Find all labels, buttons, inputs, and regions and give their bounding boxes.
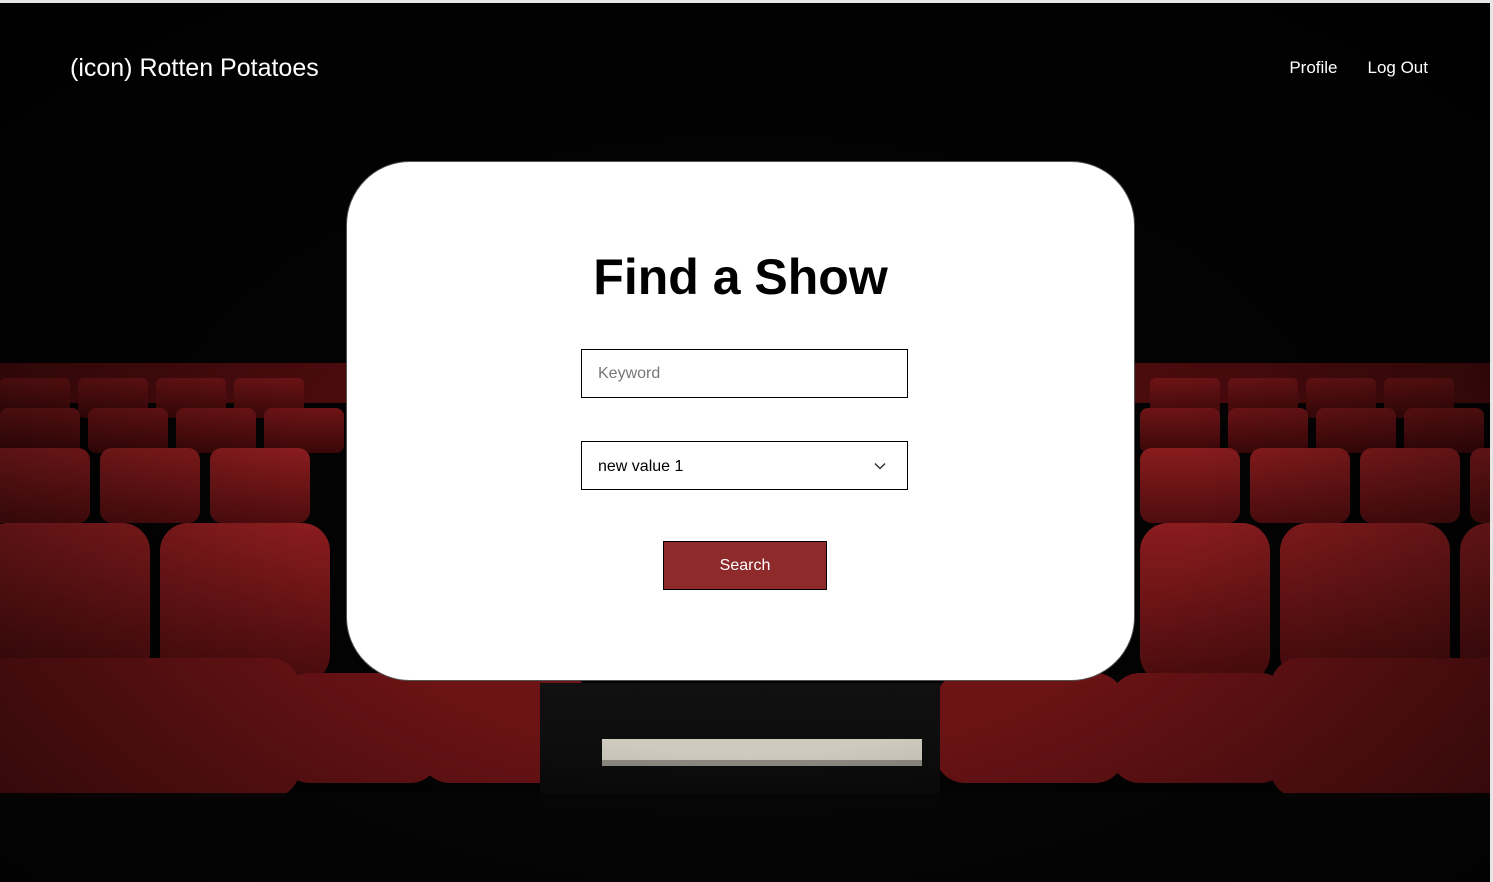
nav-logout-link[interactable]: Log Out [1368,57,1429,79]
keyword-input[interactable] [581,349,908,398]
top-navbar: (icon) Rotten Potatoes Profile Log Out [0,3,1490,123]
page: (icon) Rotten Potatoes Profile Log Out F… [0,0,1493,882]
chevron-down-icon [874,462,886,470]
search-card: Find a Show new value 1 Search [346,161,1135,681]
select-value: new value 1 [598,458,684,475]
nav-profile-link[interactable]: Profile [1289,57,1337,79]
page-title: Find a Show [593,249,888,305]
nav-links: Profile Log Out [1289,57,1428,79]
brand-logo[interactable]: (icon) Rotten Potatoes [70,53,319,83]
search-button[interactable]: Search [663,541,827,590]
category-select[interactable]: new value 1 [581,441,908,490]
